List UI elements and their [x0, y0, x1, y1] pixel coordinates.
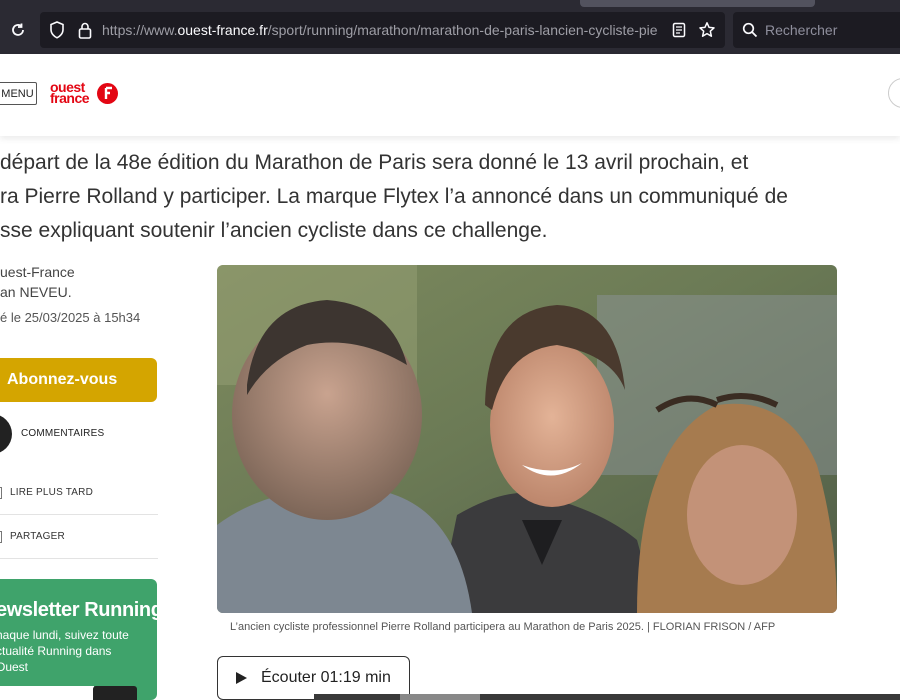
article-photo[interactable] — [217, 265, 837, 613]
subscribe-button[interactable]: Abonnez-vous — [0, 358, 157, 402]
newsletter-submit-button[interactable] — [93, 686, 137, 700]
scrollbar-thumb[interactable] — [400, 694, 480, 700]
photo-caption: L’ancien cycliste professionnel Pierre R… — [230, 621, 776, 633]
url-text[interactable]: https://www.ouest-france.fr/sport/runnin… — [102, 22, 662, 38]
bookmark-star-icon[interactable] — [696, 19, 718, 41]
article-author: an NEVEU. — [0, 284, 72, 300]
ouest-france-logo[interactable]: ouest france — [50, 80, 120, 107]
publish-date: é le 25/03/2025 à 15h34 — [0, 310, 141, 325]
lock-icon[interactable] — [74, 19, 96, 41]
newsletter-box: ewsletter Running haque lundi, suivez to… — [0, 579, 157, 700]
comments-link[interactable]: COMMENTAIRES — [21, 428, 104, 439]
search-placeholder[interactable]: Rechercher — [765, 22, 837, 38]
search-icon — [739, 19, 761, 41]
lead-line: sse expliquant soutenir l’ancien cyclist… — [0, 219, 548, 242]
reader-view-icon[interactable] — [668, 19, 690, 41]
newsletter-description: haque lundi, suivez toute ctualité Runni… — [0, 627, 136, 675]
menu-button[interactable]: MENU — [0, 82, 37, 105]
share-icon — [0, 531, 2, 543]
read-later-label: LIRE PLUS TARD — [10, 487, 94, 498]
url-path: /sport/running/marathon/marathon-de-pari… — [267, 22, 658, 38]
url-host: ouest-france.fr — [177, 22, 268, 38]
active-tab-indicator[interactable] — [580, 0, 815, 7]
newsletter-desc-line: ctualité Running dans — [0, 644, 112, 658]
shield-icon[interactable] — [46, 19, 68, 41]
url-prefix: https://www. — [102, 22, 178, 38]
share-button[interactable]: PARTAGER — [0, 515, 158, 559]
newsletter-email-input[interactable] — [0, 686, 94, 700]
logo-emblem-icon — [97, 83, 118, 104]
reload-icon[interactable] — [7, 19, 29, 41]
article-source[interactable]: uest-France — [0, 264, 75, 280]
share-label: PARTAGER — [10, 531, 65, 542]
logo-line-2: france — [50, 90, 90, 106]
lead-line: départ de la 48e édition du Marathon de … — [0, 151, 749, 174]
newsletter-title: ewsletter Running — [0, 599, 157, 621]
newsletter-desc-line: Ouest — [0, 660, 29, 674]
read-later-button[interactable]: LIRE PLUS TARD — [0, 471, 158, 515]
comments-icon[interactable] — [0, 414, 12, 454]
lead-line: ra Pierre Rolland y participer. La marqu… — [0, 185, 788, 208]
listen-label[interactable]: Écouter 01:19 min — [261, 669, 391, 687]
bookmark-icon — [0, 487, 2, 499]
newsletter-desc-line: haque lundi, suivez toute — [0, 628, 129, 642]
site-header — [0, 54, 900, 136]
play-icon — [236, 672, 247, 684]
